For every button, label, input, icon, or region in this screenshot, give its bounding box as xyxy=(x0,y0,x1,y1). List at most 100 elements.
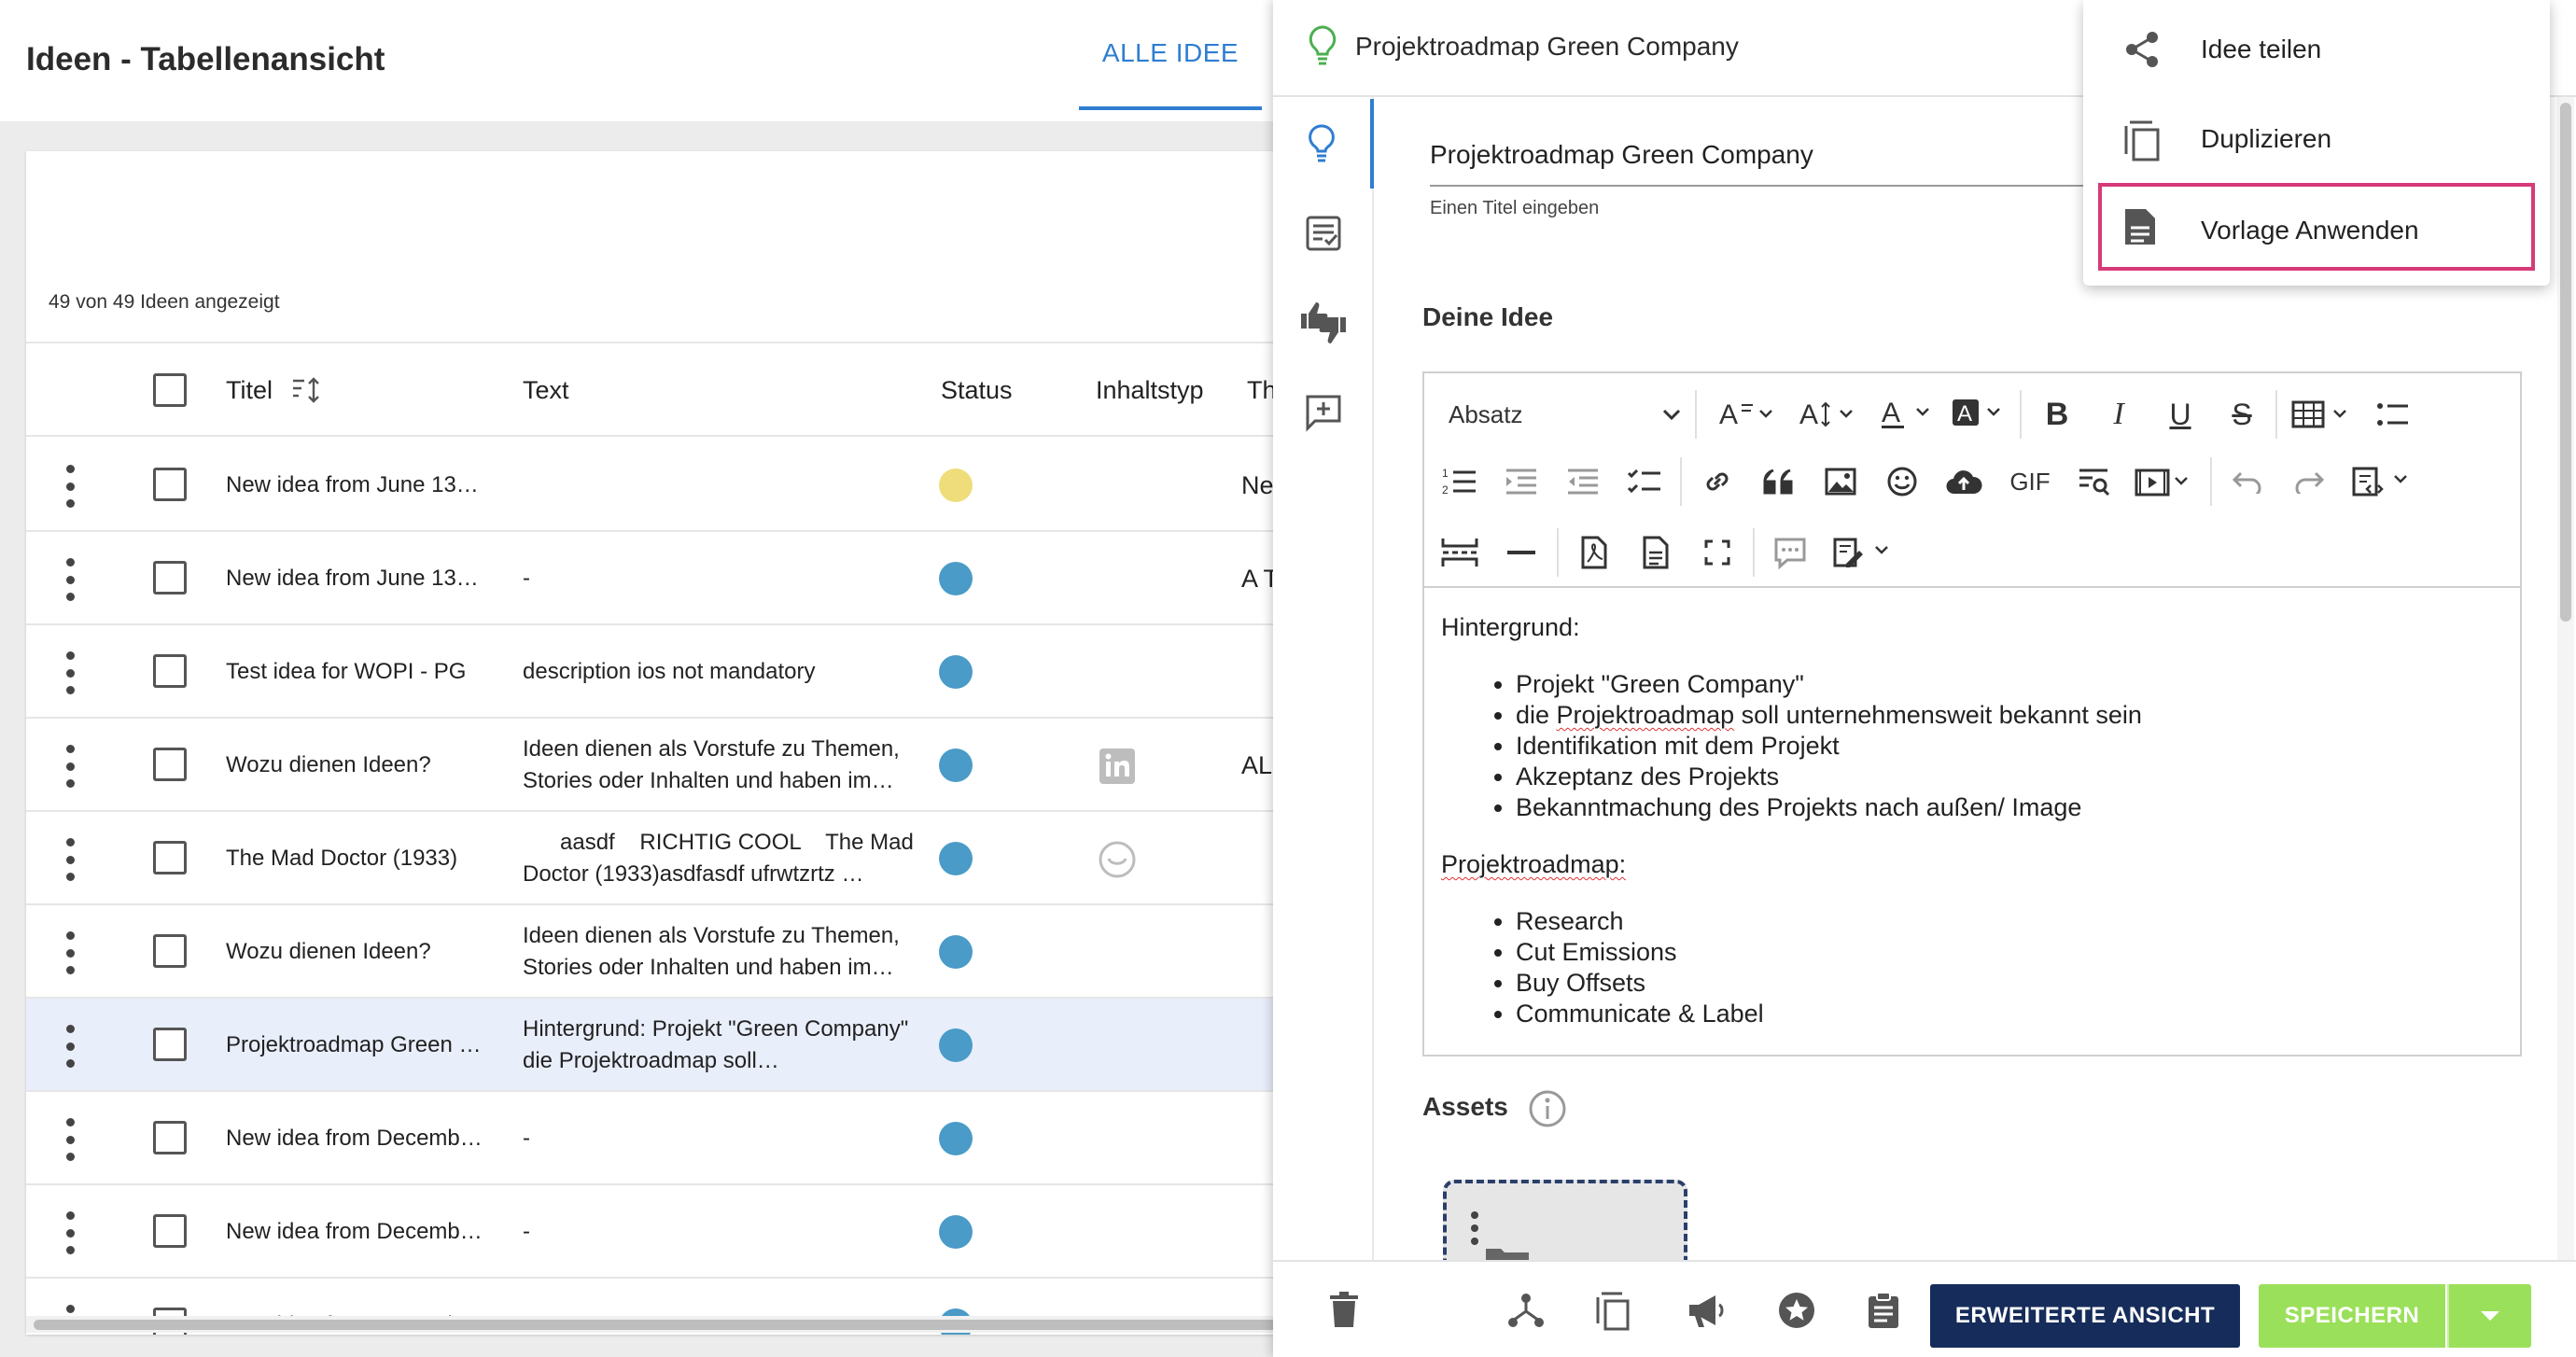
emoji-button[interactable] xyxy=(1876,457,1928,506)
cell-title[interactable]: Test idea for WOPI - PG xyxy=(226,625,497,719)
vertical-scrollbar[interactable] xyxy=(2557,97,2574,1260)
bold-button[interactable]: B xyxy=(2031,390,2083,439)
asset-upload-tile[interactable] xyxy=(1443,1180,1687,1264)
rail-voting-tab[interactable] xyxy=(1273,278,1374,368)
row-checkbox[interactable] xyxy=(153,748,187,781)
menu-item-apply-template[interactable]: Vorlage Anwenden xyxy=(2098,183,2535,271)
outdent-button[interactable] xyxy=(1557,457,1609,506)
column-header-content-type[interactable]: Inhaltstyp xyxy=(1096,343,1204,437)
row-menu-icon[interactable] xyxy=(65,1118,75,1161)
table-row[interactable]: Wozu dienen Ideen? Ideen dienen als Vorst… xyxy=(26,719,1307,812)
rail-comments-tab[interactable] xyxy=(1273,368,1374,457)
asset-menu-icon[interactable] xyxy=(1471,1211,1479,1245)
row-checkbox[interactable] xyxy=(153,468,187,501)
row-menu-icon[interactable] xyxy=(65,465,75,508)
editor-content[interactable]: Hintergrund: Projekt "Green Company" die… xyxy=(1424,590,2520,1055)
blockquote-button[interactable] xyxy=(1753,457,1805,506)
insert-image-button[interactable] xyxy=(1814,457,1867,506)
background-color-button[interactable]: A xyxy=(1945,390,2012,439)
select-all-checkbox[interactable] xyxy=(153,373,187,407)
row-checkbox[interactable] xyxy=(153,561,187,595)
font-family-button[interactable]: A xyxy=(1714,390,1785,439)
row-checkbox[interactable] xyxy=(153,1121,187,1154)
menu-item-duplicate[interactable]: Duplizieren xyxy=(2098,95,2535,183)
row-menu-icon[interactable] xyxy=(65,1211,75,1254)
column-header-status[interactable]: Status xyxy=(941,343,1013,437)
link-button[interactable] xyxy=(1691,457,1743,506)
promote-button[interactable] xyxy=(1686,1262,1727,1357)
underline-button[interactable]: U xyxy=(2154,390,2206,439)
table-row[interactable]: Wozu dienen Ideen? Ideen dienen als Vorst… xyxy=(26,905,1307,999)
row-checkbox[interactable] xyxy=(153,841,187,874)
undo-button[interactable] xyxy=(2221,457,2274,506)
row-menu-icon[interactable] xyxy=(65,838,75,881)
export-doc-button[interactable] xyxy=(1630,528,1682,577)
page-break-button[interactable] xyxy=(1434,528,1486,577)
horizontal-line-button[interactable] xyxy=(1495,528,1547,577)
save-options-dropdown[interactable] xyxy=(2447,1284,2531,1348)
idea-title-input[interactable]: Projektroadmap Green Company xyxy=(1430,140,2139,187)
gif-button[interactable]: GIF xyxy=(1999,457,2061,506)
table-row[interactable]: New idea from June 13… - A T xyxy=(26,532,1307,625)
cell-title[interactable]: New idea from Decemb… xyxy=(226,1185,497,1279)
info-icon[interactable] xyxy=(1527,1088,1568,1129)
insert-video-button[interactable] xyxy=(2130,457,2201,506)
indent-button[interactable] xyxy=(1495,457,1547,506)
column-header-th[interactable]: Th xyxy=(1247,343,1277,437)
italic-button[interactable]: I xyxy=(2093,390,2145,439)
numbered-list-button[interactable]: 12 xyxy=(1434,457,1486,506)
clipboard-button[interactable] xyxy=(1867,1262,1900,1357)
redo-button[interactable] xyxy=(2283,457,2335,506)
save-button[interactable]: SPEICHERN xyxy=(2259,1284,2445,1348)
row-menu-icon[interactable] xyxy=(65,651,75,694)
horizontal-scrollbar-thumb[interactable] xyxy=(34,1320,1307,1330)
checklist-button[interactable] xyxy=(1618,457,1671,506)
table-row[interactable]: New idea from Decemb… - xyxy=(26,1185,1307,1279)
row-checkbox[interactable] xyxy=(153,654,187,688)
column-header-text[interactable]: Text xyxy=(523,343,569,437)
rail-checklist-tab[interactable] xyxy=(1273,189,1374,278)
cell-title[interactable]: The Mad Doctor (1933) xyxy=(226,812,497,905)
export-pdf-button[interactable] xyxy=(1568,528,1620,577)
font-color-button[interactable]: A xyxy=(1874,390,1941,439)
find-replace-button[interactable] xyxy=(2068,457,2121,506)
extended-view-button[interactable]: ERWEITERTE ANSICHT xyxy=(1930,1284,2240,1348)
row-menu-icon[interactable] xyxy=(65,931,75,974)
track-changes-button[interactable] xyxy=(1826,528,1900,577)
delete-button[interactable] xyxy=(1329,1262,1359,1357)
template-button[interactable] xyxy=(2345,457,2419,506)
cell-title[interactable]: New idea from June 13… xyxy=(226,532,497,625)
branch-button[interactable] xyxy=(1506,1262,1546,1357)
horizontal-scrollbar[interactable] xyxy=(26,1316,1307,1333)
strikethrough-button[interactable]: S xyxy=(2216,390,2268,439)
rail-idea-tab[interactable] xyxy=(1273,99,1374,189)
row-checkbox[interactable] xyxy=(153,1214,187,1248)
table-row[interactable]: New idea from June 13… Ne xyxy=(26,439,1307,532)
sort-icon[interactable] xyxy=(291,376,323,404)
cell-title[interactable]: New idea from June 13… xyxy=(226,439,497,532)
row-menu-icon[interactable] xyxy=(65,745,75,788)
cell-title[interactable]: New idea from Decemb… xyxy=(226,1092,497,1185)
vertical-scrollbar-thumb[interactable] xyxy=(2560,103,2571,622)
favorite-button[interactable] xyxy=(1777,1262,1816,1357)
fullscreen-button[interactable] xyxy=(1691,528,1743,577)
menu-item-share[interactable]: Idee teilen xyxy=(2098,6,2535,93)
row-menu-icon[interactable] xyxy=(65,558,75,601)
tab-all-ideas[interactable]: ALLE IDEE xyxy=(1079,0,1262,110)
cell-title[interactable]: Projektroadmap Green … xyxy=(226,999,497,1092)
table-row[interactable]: Test idea for WOPI - PG description ios n… xyxy=(26,625,1307,719)
row-checkbox[interactable] xyxy=(153,934,187,968)
column-header-title[interactable]: Titel xyxy=(226,343,323,437)
paragraph-format-select[interactable]: Absatz xyxy=(1449,392,1682,437)
table-row[interactable]: The Mad Doctor (1933) aasdf RICHTIG COOL… xyxy=(26,812,1307,905)
row-menu-icon[interactable] xyxy=(65,1025,75,1068)
table-row[interactable]: New idea from Decemb… - xyxy=(26,1092,1307,1185)
duplicate-button[interactable] xyxy=(1594,1262,1631,1357)
row-checkbox[interactable] xyxy=(153,1028,187,1061)
comment-button[interactable] xyxy=(1764,528,1816,577)
table-button[interactable] xyxy=(2287,390,2358,439)
font-size-button[interactable]: A xyxy=(1794,390,1865,439)
upload-button[interactable] xyxy=(1938,457,1990,506)
cell-title[interactable]: Wozu dienen Ideen? xyxy=(226,905,497,999)
cell-title[interactable]: Wozu dienen Ideen? xyxy=(226,719,497,812)
